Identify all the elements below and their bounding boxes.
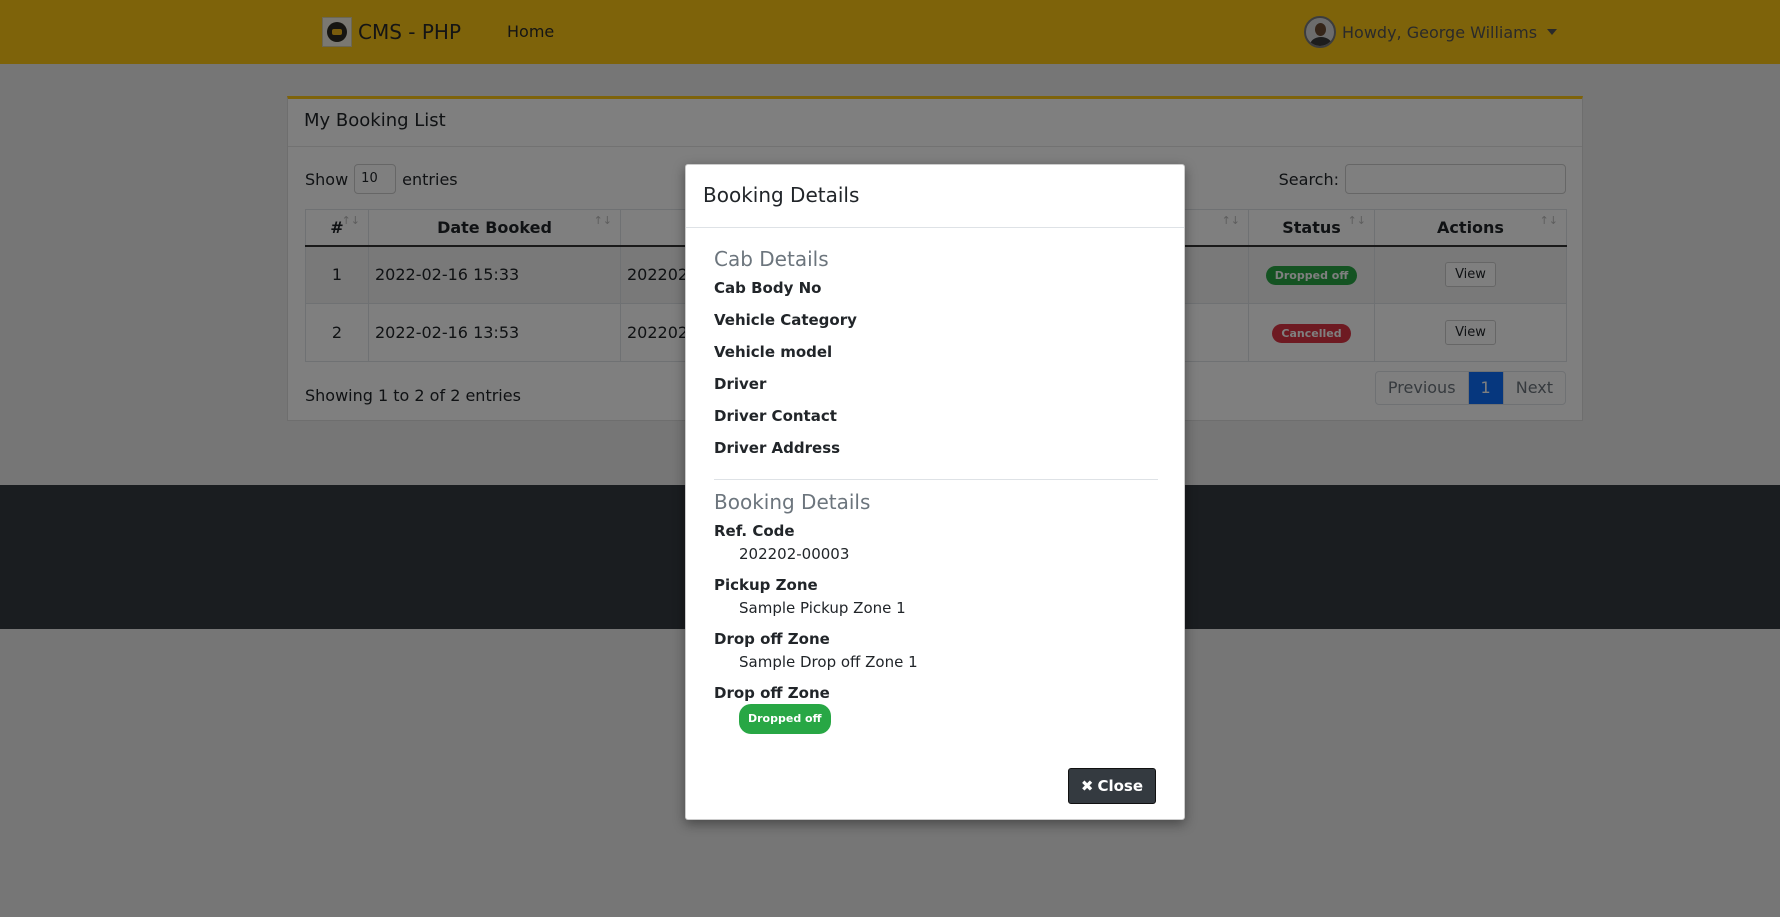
vehicle-model-label: Vehicle model [714,343,833,361]
modal-body: Cab Details Cab Body No Vehicle Category… [714,247,1158,742]
close-icon: ✖ [1080,777,1094,795]
modal-title: Booking Details [703,183,860,207]
status-badge: Dropped off [739,704,831,734]
cab-body-no-label: Cab Body No [714,279,822,297]
modal-header: Booking Details [686,165,1184,228]
close-button[interactable]: ✖ Close [1067,768,1156,804]
driver-label: Driver [714,375,767,393]
cab-details-heading: Cab Details [714,247,829,271]
booking-details-modal: Booking Details Cab Details Cab Body No … [685,164,1185,820]
ref-code-label: Ref. Code [714,522,795,540]
status-value: Dropped off [739,704,1158,734]
dropoff-zone-label: Drop off Zone [714,630,830,648]
pickup-zone-value: Sample Pickup Zone 1 [739,599,906,617]
ref-code-value: 202202-00003 [739,545,850,563]
status-label: Drop off Zone [714,684,830,702]
vehicle-category-label: Vehicle Category [714,311,857,329]
dropoff-zone-value: Sample Drop off Zone 1 [739,653,918,671]
close-button-label: Close [1097,777,1143,795]
booking-details-heading: Booking Details [714,490,871,514]
pickup-zone-label: Pickup Zone [714,576,818,594]
driver-contact-label: Driver Contact [714,407,837,425]
divider [714,479,1158,480]
driver-address-label: Driver Address [714,439,841,457]
